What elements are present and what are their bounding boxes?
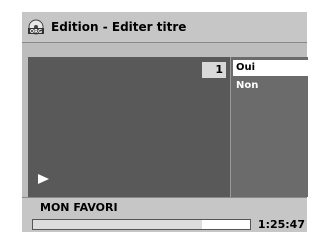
option-oui[interactable]: Oui (233, 60, 308, 76)
play-icon (38, 174, 49, 184)
progress-fill (33, 220, 203, 229)
disc-original-icon: ORG (28, 19, 44, 35)
elapsed-time: 1:25:47 (257, 218, 305, 231)
title-number-badge: 1 (202, 62, 226, 78)
title-name-bar: MON FAVORI (22, 197, 307, 218)
title-preview: 1 (28, 57, 230, 197)
status-bar: 1:25:47 (22, 217, 307, 232)
option-non[interactable]: Non (233, 78, 308, 94)
svg-text:ORG: ORG (30, 29, 42, 35)
edit-title-dialog: ORG Edition - Editer titre 1 Oui Non MON… (22, 12, 308, 232)
dialog-title: Edition - Editer titre (51, 20, 187, 34)
confirm-menu: Oui Non (230, 57, 308, 197)
progress-bar (32, 219, 251, 230)
divider (22, 43, 307, 53)
dialog-title-bar: ORG Edition - Editer titre (22, 12, 307, 43)
title-name: MON FAVORI (40, 201, 118, 214)
